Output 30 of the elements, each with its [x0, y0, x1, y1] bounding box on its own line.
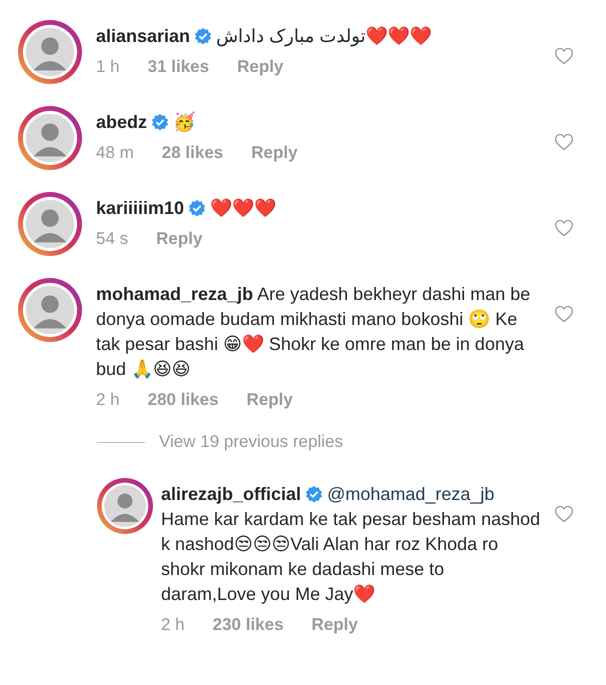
comment-text: mohamad_reza_jb Are yadesh bekheyr dashi man be donya oomade budam mikhasti mano bokoshi 🙄 Ke tak pesar bashi 😁❤ Shokr ke omre man be in donya bud 🙏😆😆: [96, 283, 532, 381]
username-link[interactable]: alirezajb_official: [161, 484, 302, 504]
like-icon[interactable]: [554, 504, 574, 524]
like-icon[interactable]: [554, 132, 574, 152]
comment-time: 2 h: [96, 390, 120, 410]
reply-link[interactable]: Reply: [246, 390, 293, 410]
comment-text: kariiiiim10 ❤❤❤: [96, 197, 278, 220]
reply-link[interactable]: Reply: [251, 143, 298, 163]
comment-text: alirezajb_official @mohamad_reza_jb Hame kar kardam ke tak pesar besham nashod k nashod😒😒😒Vali Alan har roz Khoda ro shokr mikonam ke dadashi mese to daram,Love you Me Jay❤: [161, 483, 542, 606]
username-link[interactable]: mohamad_reza_jb: [96, 284, 254, 304]
username-link[interactable]: abedz: [96, 112, 148, 132]
likes-count[interactable]: 31 likes: [148, 57, 210, 77]
mention-link[interactable]: @mohamad_reza_jb: [327, 484, 494, 504]
view-replies-link[interactable]: View 19 previous replies: [159, 432, 343, 452]
username-link[interactable]: aliansarian: [96, 26, 190, 46]
reply-link[interactable]: Reply: [156, 229, 202, 249]
comment-time: 1 h: [96, 57, 120, 77]
comment-time: 48 m: [96, 143, 134, 163]
likes-count[interactable]: 28 likes: [162, 143, 224, 163]
like-icon[interactable]: [554, 46, 574, 66]
username-link[interactable]: kariiiiim10: [96, 198, 184, 218]
like-icon[interactable]: [554, 304, 574, 324]
comment-time: 54 s: [96, 229, 128, 249]
likes-count[interactable]: 280 likes: [148, 390, 219, 410]
reply-link[interactable]: Reply: [237, 57, 284, 77]
reply-link[interactable]: Reply: [312, 615, 358, 635]
likes-count[interactable]: 230 likes: [212, 615, 284, 635]
comment-time: 2 h: [161, 615, 185, 635]
like-icon[interactable]: [554, 218, 574, 238]
comment-text: abedz 🥳: [96, 110, 196, 134]
